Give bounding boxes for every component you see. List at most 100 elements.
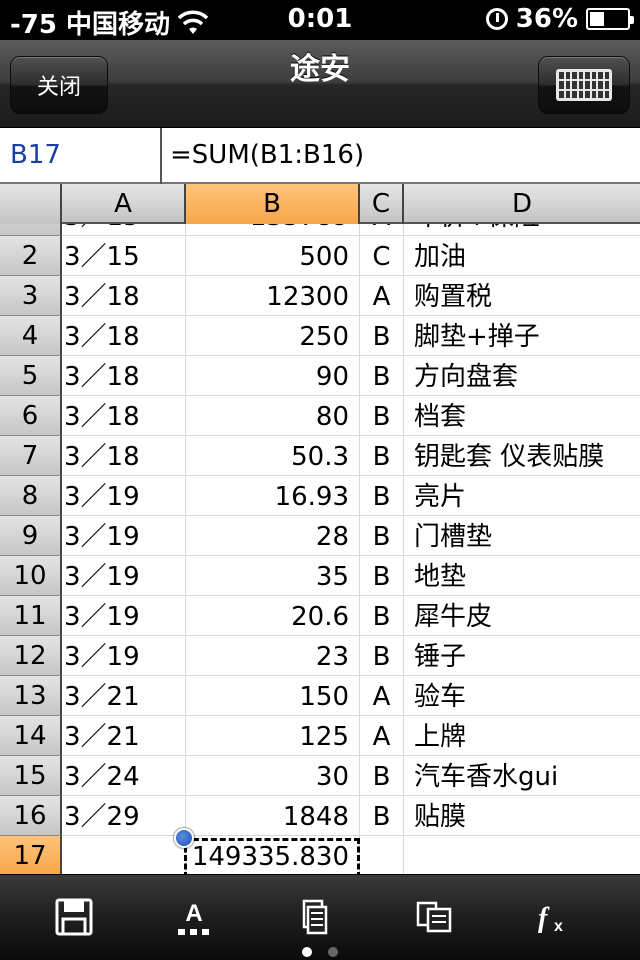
cell-b[interactable]: 150 [186, 676, 360, 716]
cell-d[interactable]: 地垫 [404, 556, 640, 596]
row-header[interactable]: 13 [0, 676, 62, 716]
cell-d[interactable]: 亮片 [404, 476, 640, 516]
grid-corner[interactable] [0, 184, 62, 224]
cell-a[interactable]: 3／18 [62, 356, 186, 396]
cell-c[interactable]: B [360, 596, 404, 636]
cell-c[interactable]: B [360, 636, 404, 676]
cell-d[interactable]: 锤子 [404, 636, 640, 676]
cell-reference-box[interactable]: B17 [0, 128, 162, 184]
cell-b[interactable]: 12300 [186, 276, 360, 316]
cell-a[interactable]: 3／19 [62, 636, 186, 676]
cell-a[interactable]: 3／21 [62, 716, 186, 756]
page-dot[interactable] [328, 947, 338, 957]
selection-handle[interactable] [174, 828, 194, 848]
cell-a[interactable]: 3／15 [62, 236, 186, 276]
cell-b[interactable]: 23 [186, 636, 360, 676]
row-header[interactable]: 15 [0, 756, 62, 796]
row-header[interactable]: 17 [0, 836, 62, 874]
cell-format-button[interactable] [292, 895, 336, 939]
cell-c[interactable]: B [360, 356, 404, 396]
svg-text:x: x [554, 918, 563, 935]
cell-d[interactable]: 验车 [404, 676, 640, 716]
cell-c[interactable]: B [360, 796, 404, 836]
cell-b[interactable]: 90 [186, 356, 360, 396]
column-header-b[interactable]: B [186, 184, 360, 224]
cell-b[interactable]: 20.6 [186, 596, 360, 636]
cell-b[interactable]: 1848 [186, 796, 360, 836]
cell-c[interactable] [360, 836, 404, 874]
formula-input[interactable]: =SUM(B1:B16) [170, 128, 364, 184]
cell-c[interactable]: A [360, 676, 404, 716]
save-button[interactable] [52, 895, 96, 939]
cell-d[interactable]: 门槽垫 [404, 516, 640, 556]
row-header[interactable]: 9 [0, 516, 62, 556]
cell-b[interactable]: 28 [186, 516, 360, 556]
cell-b[interactable]: 80 [186, 396, 360, 436]
cell-b[interactable]: 125 [186, 716, 360, 756]
cell-c[interactable]: C [360, 236, 404, 276]
cell-c[interactable]: B [360, 436, 404, 476]
row-header[interactable]: 6 [0, 396, 62, 436]
font-format-icon: A [178, 900, 209, 935]
cell-c[interactable]: B [360, 316, 404, 356]
cell-a[interactable]: 3／19 [62, 476, 186, 516]
cell-c[interactable]: B [360, 556, 404, 596]
cell-a[interactable]: 3／19 [62, 516, 186, 556]
cell-d[interactable]: 档套 [404, 396, 640, 436]
cell-d[interactable] [404, 836, 640, 874]
row-header[interactable]: 8 [0, 476, 62, 516]
column-header-a[interactable]: A [62, 184, 186, 224]
row-header[interactable]: 5 [0, 356, 62, 396]
row-header[interactable]: 11 [0, 596, 62, 636]
cell-b[interactable]: 16.93 [186, 476, 360, 516]
table-row: 8 3／19 16.93 B 亮片 [0, 476, 640, 516]
row-header[interactable]: 10 [0, 556, 62, 596]
row-header[interactable]: 12 [0, 636, 62, 676]
cell-b[interactable]: 30 [186, 756, 360, 796]
font-format-button[interactable]: A [172, 895, 216, 939]
cell-b[interactable]: 500 [186, 236, 360, 276]
cell-c[interactable]: B [360, 396, 404, 436]
cell-a[interactable]: 3／18 [62, 276, 186, 316]
cell-d[interactable]: 犀牛皮 [404, 596, 640, 636]
cell-d[interactable]: 脚垫+掸子 [404, 316, 640, 356]
row-header[interactable]: 16 [0, 796, 62, 836]
function-button[interactable]: f x [532, 895, 576, 939]
cell-c[interactable]: B [360, 756, 404, 796]
cell-a[interactable] [62, 836, 186, 874]
selected-cell-outline[interactable] [184, 838, 360, 874]
keyboard-button[interactable] [538, 56, 630, 114]
row-header[interactable]: 14 [0, 716, 62, 756]
copy-button[interactable] [412, 895, 456, 939]
spreadsheet-grid[interactable]: A B C D 1 3／15 133789 A 车价+保险 23／15500C加… [0, 184, 640, 874]
row-header[interactable]: 4 [0, 316, 62, 356]
cell-b[interactable]: 50.3 [186, 436, 360, 476]
cell-a[interactable]: 3／19 [62, 596, 186, 636]
cell-d[interactable]: 方向盘套 [404, 356, 640, 396]
page-dot-active[interactable] [302, 947, 312, 957]
column-header-c[interactable]: C [360, 184, 404, 224]
cell-d[interactable]: 贴膜 [404, 796, 640, 836]
cell-d[interactable]: 汽车香水gui [404, 756, 640, 796]
column-header-d[interactable]: D [404, 184, 640, 224]
row-header[interactable]: 3 [0, 276, 62, 316]
cell-a[interactable]: 3／18 [62, 396, 186, 436]
cell-a[interactable]: 3／24 [62, 756, 186, 796]
cell-a[interactable]: 3／18 [62, 316, 186, 356]
cell-c[interactable]: A [360, 716, 404, 756]
cell-a[interactable]: 3／29 [62, 796, 186, 836]
cell-d[interactable]: 上牌 [404, 716, 640, 756]
cell-b[interactable]: 35 [186, 556, 360, 596]
cell-c[interactable]: B [360, 476, 404, 516]
cell-a[interactable]: 3／18 [62, 436, 186, 476]
cell-d[interactable]: 加油 [404, 236, 640, 276]
cell-a[interactable]: 3／19 [62, 556, 186, 596]
cell-d[interactable]: 购置税 [404, 276, 640, 316]
cell-d[interactable]: 钥匙套 仪表贴膜 [404, 436, 640, 476]
cell-c[interactable]: A [360, 276, 404, 316]
cell-b[interactable]: 250 [186, 316, 360, 356]
row-header[interactable]: 2 [0, 236, 62, 276]
cell-a[interactable]: 3／21 [62, 676, 186, 716]
row-header[interactable]: 7 [0, 436, 62, 476]
cell-c[interactable]: B [360, 516, 404, 556]
